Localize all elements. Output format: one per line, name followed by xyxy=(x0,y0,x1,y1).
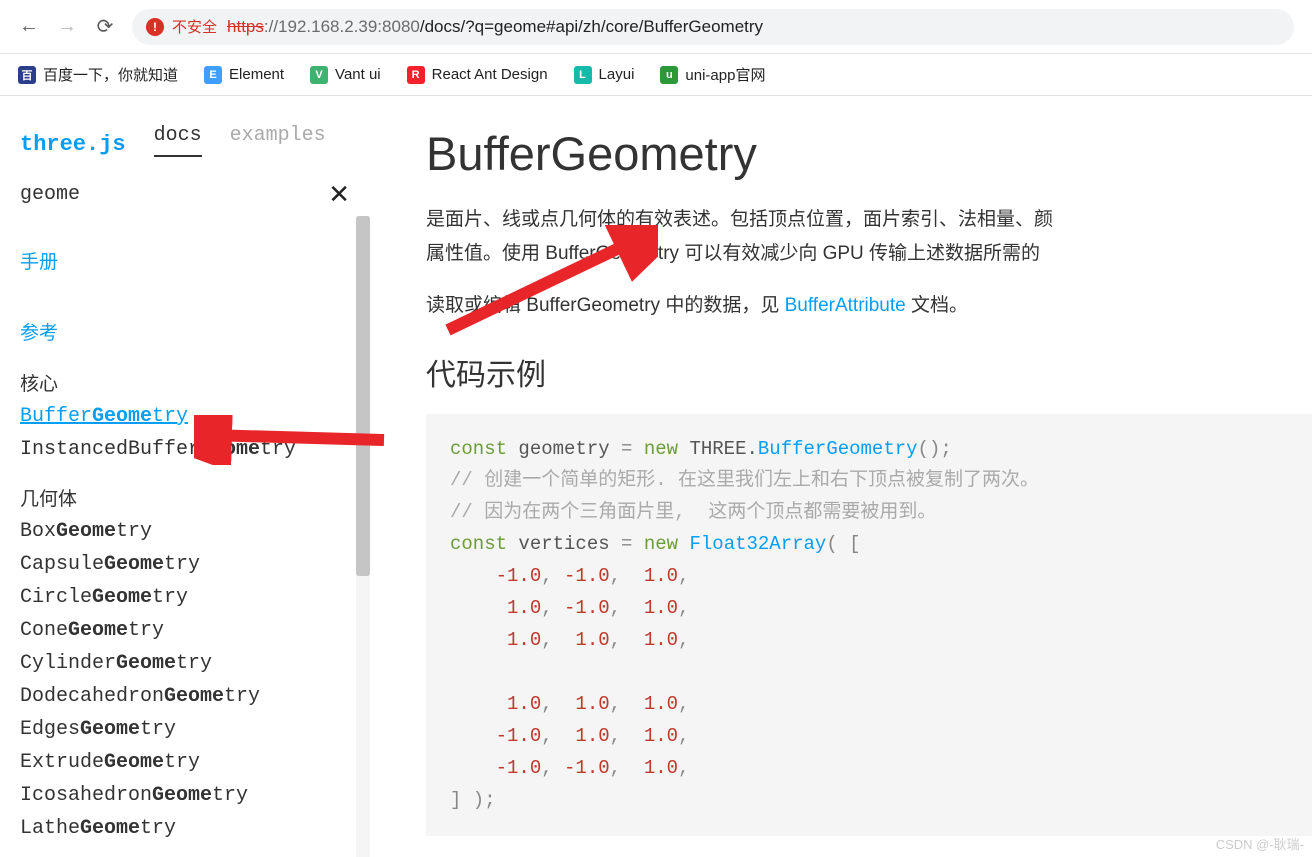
bookmark-icon: L xyxy=(574,66,592,84)
bookmark-item[interactable]: L Layui xyxy=(574,66,635,84)
bookmark-label: Layui xyxy=(599,66,635,83)
nav-item[interactable]: LatheGeometry xyxy=(20,812,350,845)
bookmark-label: React Ant Design xyxy=(432,66,548,83)
reload-button[interactable]: ⟳ xyxy=(94,16,116,38)
link-bufferattribute[interactable]: BufferAttribute xyxy=(785,295,906,316)
forward-button[interactable]: → xyxy=(56,16,78,38)
clear-search-icon[interactable]: ✕ xyxy=(328,179,350,210)
bookmark-icon: u xyxy=(660,66,678,84)
brand-logo[interactable]: three.js xyxy=(20,132,126,157)
bookmark-label: uni-app官网 xyxy=(685,64,765,85)
watermark: CSDN @-耿瑞- xyxy=(1216,834,1304,853)
bookmark-item[interactable]: u uni-app官网 xyxy=(660,64,765,85)
bookmark-icon: 百 xyxy=(18,66,36,84)
tab-examples[interactable]: examples xyxy=(230,124,326,157)
section-reference[interactable]: 参考 xyxy=(20,319,350,350)
bookmark-item[interactable]: R React Ant Design xyxy=(407,66,548,84)
url-text: https://192.168.2.39:8080/docs/?q=geome#… xyxy=(227,17,763,37)
bookmark-label: Vant ui xyxy=(335,66,381,83)
insecure-label: 不安全 xyxy=(172,16,217,37)
main-content: BufferGeometry 是面片、线或点几何体的有效表述。包括顶点位置，面片… xyxy=(370,96,1312,857)
tab-docs[interactable]: docs xyxy=(154,124,202,157)
bookmark-label: 百度一下，你就知道 xyxy=(43,64,178,85)
nav-list: 手册 参考 核心 BufferGeometryInstancedBufferGe… xyxy=(0,220,370,857)
bookmarks-bar: 百百度一下，你就知道 E Element V Vant ui R React Ant Des… xyxy=(0,54,1312,96)
section-manual[interactable]: 手册 xyxy=(20,248,350,279)
description: 是面片、线或点几何体的有效表述。包括顶点位置，面片索引、法相量、颜 属性值。使用… xyxy=(426,203,1106,324)
nav-item[interactable]: IcosahedronGeometry xyxy=(20,779,350,812)
nav-item[interactable]: EdgesGeometry xyxy=(20,713,350,746)
nav-item[interactable]: CapsuleGeometry xyxy=(20,548,350,581)
section-core: 核心 xyxy=(20,369,350,400)
code-block: const geometry = new THREE.BufferGeometr… xyxy=(426,414,1312,837)
nav-item[interactable]: ConeGeometry xyxy=(20,614,350,647)
nav-item[interactable]: CylinderGeometry xyxy=(20,647,350,680)
page-title: BufferGeometry xyxy=(426,126,1312,181)
sidebar-scrollbar-thumb[interactable] xyxy=(356,216,370,576)
insecure-icon: ! xyxy=(146,18,164,36)
bookmark-icon: E xyxy=(204,66,222,84)
bookmark-item[interactable]: V Vant ui xyxy=(310,66,381,84)
bookmark-icon: R xyxy=(407,66,425,84)
bookmark-icon: V xyxy=(310,66,328,84)
sidebar: three.js docs examples ✕ 手册 参考 核心 Buffer… xyxy=(0,96,370,857)
bookmark-item[interactable]: 百百度一下，你就知道 xyxy=(18,64,178,85)
nav-item[interactable]: DodecahedronGeometry xyxy=(20,680,350,713)
search-input[interactable] xyxy=(20,183,280,206)
nav-item[interactable]: CircleGeometry xyxy=(20,581,350,614)
nav-item[interactable]: InstancedBufferGeometry xyxy=(20,433,350,466)
nav-item[interactable]: BoxGeometry xyxy=(20,515,350,548)
bookmark-label: Element xyxy=(229,66,284,83)
back-button[interactable]: ← xyxy=(18,16,40,38)
section-geometry: 几何体 xyxy=(20,484,350,515)
bookmark-item[interactable]: E Element xyxy=(204,66,284,84)
nav-item[interactable]: BufferGeometry xyxy=(20,400,350,433)
code-section-title: 代码示例 xyxy=(426,350,1312,394)
address-bar[interactable]: ! 不安全 https://192.168.2.39:8080/docs/?q=… xyxy=(132,9,1294,45)
browser-toolbar: ← → ⟳ ! 不安全 https://192.168.2.39:8080/do… xyxy=(0,0,1312,54)
nav-item[interactable]: ExtrudeGeometry xyxy=(20,746,350,779)
